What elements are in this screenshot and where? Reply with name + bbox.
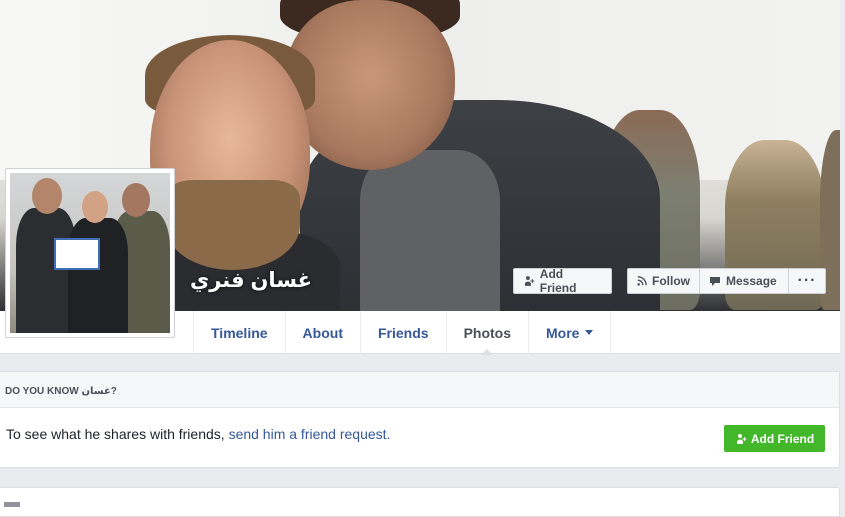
tab-more[interactable]: More bbox=[529, 311, 612, 354]
more-dots-icon: ··· bbox=[797, 272, 817, 289]
tab-label: Photos bbox=[463, 324, 512, 341]
message-icon bbox=[710, 277, 720, 286]
profile-tabs: Timeline About Friends Photos More bbox=[193, 311, 612, 355]
add-friend-icon bbox=[736, 433, 747, 444]
section-icon bbox=[4, 502, 20, 507]
profile-picture[interactable] bbox=[5, 168, 175, 338]
tab-label: Timeline bbox=[211, 324, 268, 341]
heading-name: غسان bbox=[81, 386, 111, 397]
do-you-know-body: To see what he shares with friends, send… bbox=[0, 408, 839, 468]
message-button[interactable]: Message bbox=[700, 268, 789, 294]
prompt-text: To see what he shares with friends, bbox=[6, 426, 229, 442]
tab-photos[interactable]: Photos bbox=[447, 311, 530, 355]
tab-label: Friends bbox=[377, 324, 429, 341]
add-friend-button[interactable]: Add Friend bbox=[513, 267, 612, 295]
photo-person bbox=[16, 208, 76, 333]
profile-tab-bar: Timeline About Friends Photos More bbox=[175, 311, 840, 355]
profile-picture-image bbox=[10, 173, 170, 333]
add-friend-label: Add Friend bbox=[539, 267, 577, 295]
add-friend-green-button[interactable]: Add Friend bbox=[724, 425, 825, 452]
tab-about[interactable]: About bbox=[286, 311, 361, 354]
friend-request-prompt: To see what he shares with friends, send… bbox=[6, 426, 390, 442]
do-you-know-heading: DO YOU KNOW غسان? bbox=[0, 372, 839, 408]
follow-label: Follow bbox=[652, 274, 690, 288]
tab-timeline[interactable]: Timeline bbox=[193, 311, 286, 354]
certificate bbox=[54, 238, 100, 270]
cover-person-left-beard bbox=[165, 180, 300, 270]
add-friend-icon bbox=[524, 276, 535, 286]
chevron-down-icon bbox=[585, 330, 594, 335]
tab-label: About bbox=[302, 324, 343, 341]
photo-person-face bbox=[122, 183, 150, 217]
cover-person-right-shirt bbox=[360, 150, 500, 311]
tab-label: More bbox=[546, 324, 580, 341]
do-you-know-box: DO YOU KNOW غسان? To see what he shares … bbox=[0, 371, 840, 468]
more-options-button[interactable]: ··· bbox=[789, 268, 826, 294]
next-section-card bbox=[0, 487, 840, 517]
message-label: Message bbox=[726, 274, 777, 288]
heading-prefix: DO YOU KNOW bbox=[5, 386, 82, 397]
photo-person-face bbox=[82, 191, 108, 223]
rss-follow-icon bbox=[637, 276, 647, 286]
photo-person bbox=[68, 218, 128, 333]
profile-name[interactable]: غسان فنري bbox=[190, 268, 312, 293]
heading-suffix: ? bbox=[110, 386, 117, 397]
follow-button[interactable]: Follow bbox=[627, 268, 700, 294]
photo-person-face bbox=[32, 178, 62, 214]
tab-friends[interactable]: Friends bbox=[361, 311, 447, 354]
add-friend-label: Add Friend bbox=[750, 431, 815, 446]
send-friend-request-link[interactable]: send him a friend request. bbox=[229, 426, 391, 442]
